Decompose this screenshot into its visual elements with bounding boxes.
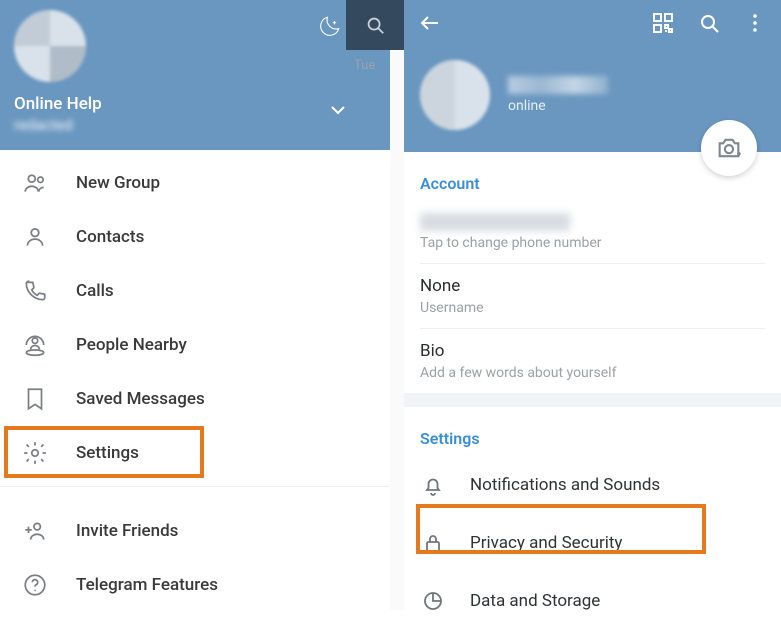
nearby-icon — [22, 332, 48, 358]
lock-icon — [420, 530, 446, 556]
drawer-subtitle: redacted — [14, 116, 376, 134]
bio-value: Bio — [420, 341, 765, 361]
more-icon[interactable] — [743, 11, 767, 39]
row-username[interactable]: None Username — [420, 264, 765, 329]
people-icon — [22, 170, 48, 196]
qr-icon[interactable] — [651, 11, 675, 39]
profile-status: online — [508, 98, 608, 114]
chat-background-sliver: Tue — [390, 0, 404, 610]
person-icon — [22, 224, 48, 250]
section-title: Settings — [420, 407, 765, 456]
row-data-storage[interactable]: Data and Storage — [420, 572, 765, 630]
menu-label: People Nearby — [76, 335, 187, 355]
chevron-down-icon[interactable] — [326, 98, 350, 126]
menu-people-nearby[interactable]: People Nearby — [0, 318, 390, 372]
row-privacy[interactable]: Privacy and Security — [420, 514, 765, 572]
menu-label: Calls — [76, 281, 114, 301]
back-icon[interactable] — [418, 11, 442, 39]
row-bio[interactable]: Bio Add a few words about yourself — [420, 329, 765, 393]
gear-icon — [22, 440, 48, 466]
menu-label: Settings — [76, 443, 139, 463]
drawer-panel: Online Help redacted New Group Contacts — [0, 0, 390, 610]
search-icon[interactable] — [697, 11, 721, 39]
menu-label: Telegram Features — [76, 575, 218, 595]
row-label: Privacy and Security — [470, 533, 622, 553]
profile-header: online — [404, 50, 781, 152]
drawer-menu: New Group Contacts Calls People Nearby — [0, 150, 390, 612]
day-label: Tue — [354, 58, 375, 73]
menu-contacts[interactable]: Contacts — [0, 210, 390, 264]
bell-icon — [420, 472, 446, 498]
menu-settings[interactable]: Settings — [0, 426, 390, 480]
menu-saved-messages[interactable]: Saved Messages — [0, 372, 390, 426]
avatar[interactable] — [14, 10, 86, 82]
menu-calls[interactable]: Calls — [0, 264, 390, 318]
row-notifications[interactable]: Notifications and Sounds — [420, 456, 765, 514]
bookmark-icon — [22, 386, 48, 412]
phone-value — [420, 213, 570, 231]
avatar[interactable] — [420, 60, 490, 130]
row-label: Data and Storage — [470, 591, 600, 611]
search-icon[interactable] — [346, 0, 404, 50]
drawer-header: Online Help redacted — [0, 0, 390, 150]
row-phone[interactable]: Tap to change phone number — [420, 201, 765, 264]
add-person-icon — [22, 518, 48, 544]
divider — [404, 393, 781, 407]
row-label: Notifications and Sounds — [470, 475, 660, 495]
menu-new-group[interactable]: New Group — [0, 156, 390, 210]
help-icon — [22, 572, 48, 598]
set-photo-button[interactable] — [701, 120, 757, 176]
username-value: None — [420, 276, 765, 296]
phone-icon — [22, 278, 48, 304]
phone-hint: Tap to change phone number — [420, 235, 765, 251]
settings-panel: online Account Tap to change phone numbe… — [404, 0, 781, 610]
menu-label: Saved Messages — [76, 389, 205, 409]
menu-label: Invite Friends — [76, 521, 178, 541]
pie-icon — [420, 588, 446, 614]
topbar — [404, 0, 781, 50]
bio-hint: Add a few words about yourself — [420, 365, 765, 381]
menu-label: Contacts — [76, 227, 144, 247]
night-mode-icon[interactable] — [316, 14, 342, 44]
settings-section: Settings Notifications and Sounds Privac… — [404, 407, 781, 630]
menu-invite-friends[interactable]: Invite Friends — [0, 504, 390, 558]
menu-telegram-features[interactable]: Telegram Features — [0, 558, 390, 612]
account-section: Account Tap to change phone number None … — [404, 152, 781, 393]
drawer-title: Online Help — [14, 94, 376, 114]
menu-label: New Group — [76, 173, 160, 193]
profile-name — [508, 76, 608, 94]
username-label: Username — [420, 300, 765, 316]
